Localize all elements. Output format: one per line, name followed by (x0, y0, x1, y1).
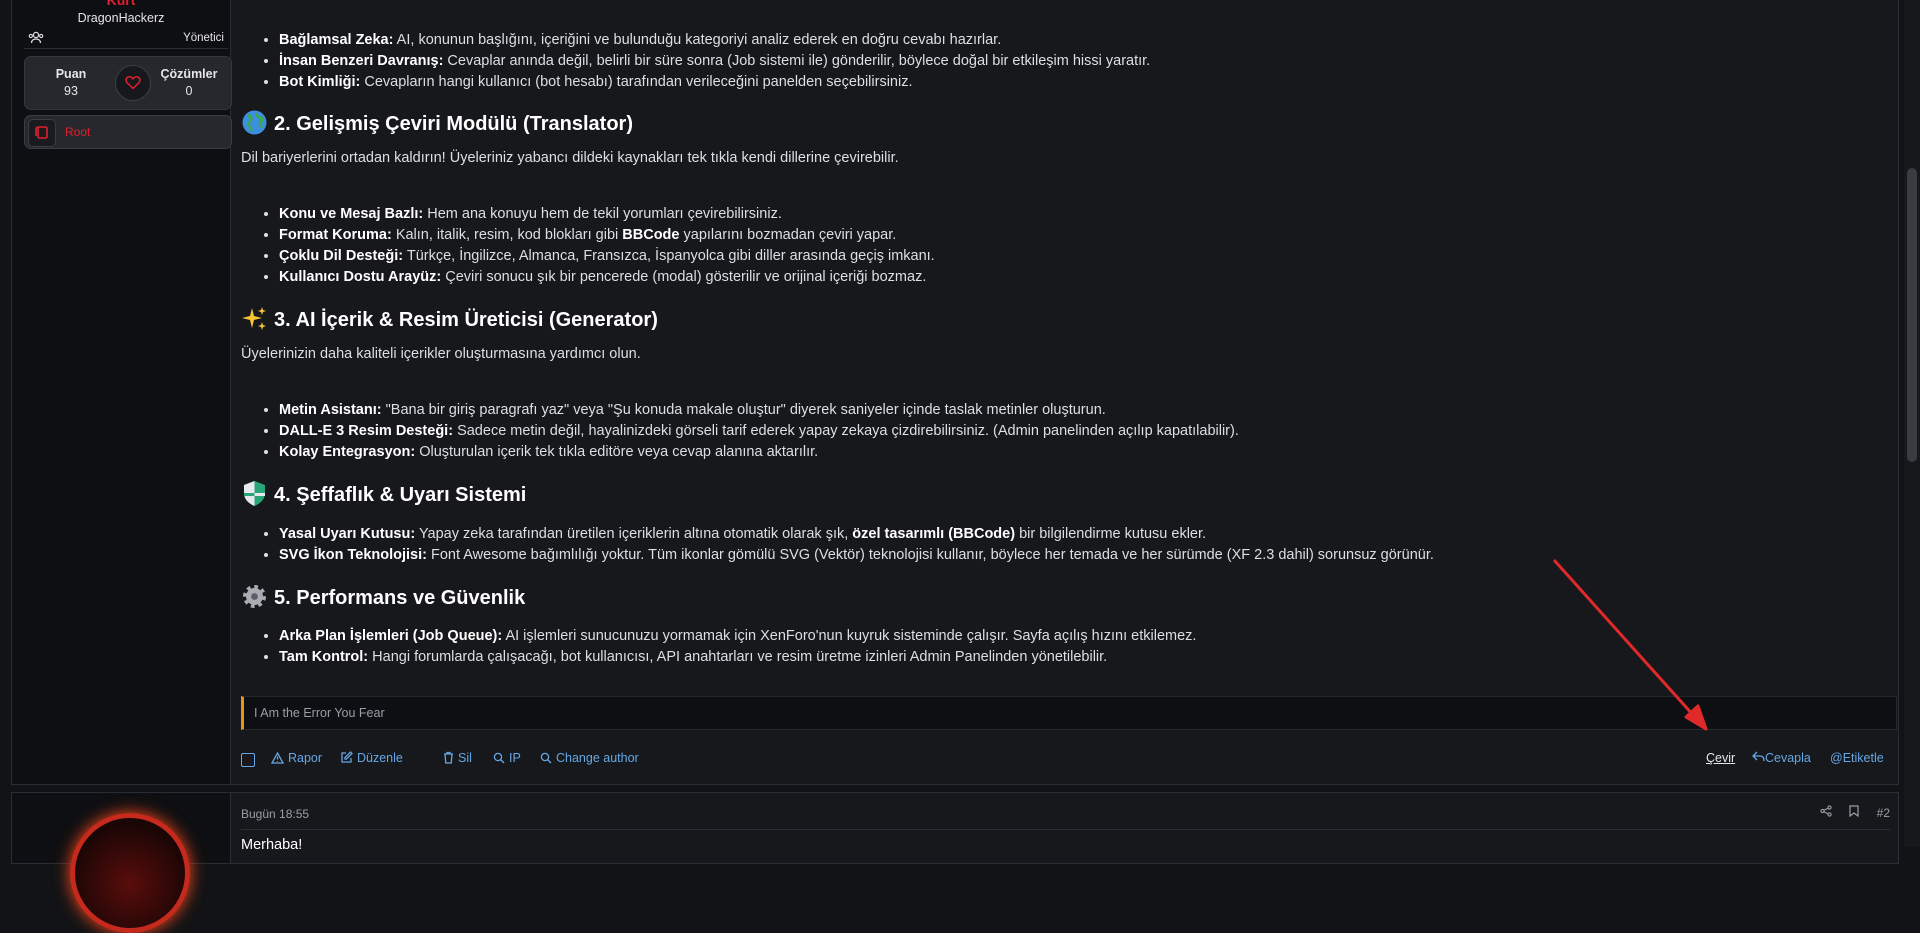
post-body: Merhaba! (241, 837, 303, 853)
user-sidebar-2 (12, 793, 231, 933)
scrollbar[interactable] (1904, 0, 1920, 847)
post-timestamp[interactable]: Bugün 18:55 (241, 807, 309, 821)
scrollbar-thumb[interactable] (1907, 168, 1917, 462)
share-icon[interactable] (1820, 805, 1832, 820)
bookmark-icon[interactable] (1849, 805, 1859, 820)
post-number[interactable]: #2 (1877, 806, 1890, 820)
avatar[interactable] (70, 813, 190, 933)
post-meta-icons: #2 (1820, 805, 1890, 820)
annotation-arrow (1552, 558, 1708, 731)
divider (241, 829, 1890, 830)
post-container-2: Bugün 18:55 #2 Merhaba! (11, 792, 1899, 933)
